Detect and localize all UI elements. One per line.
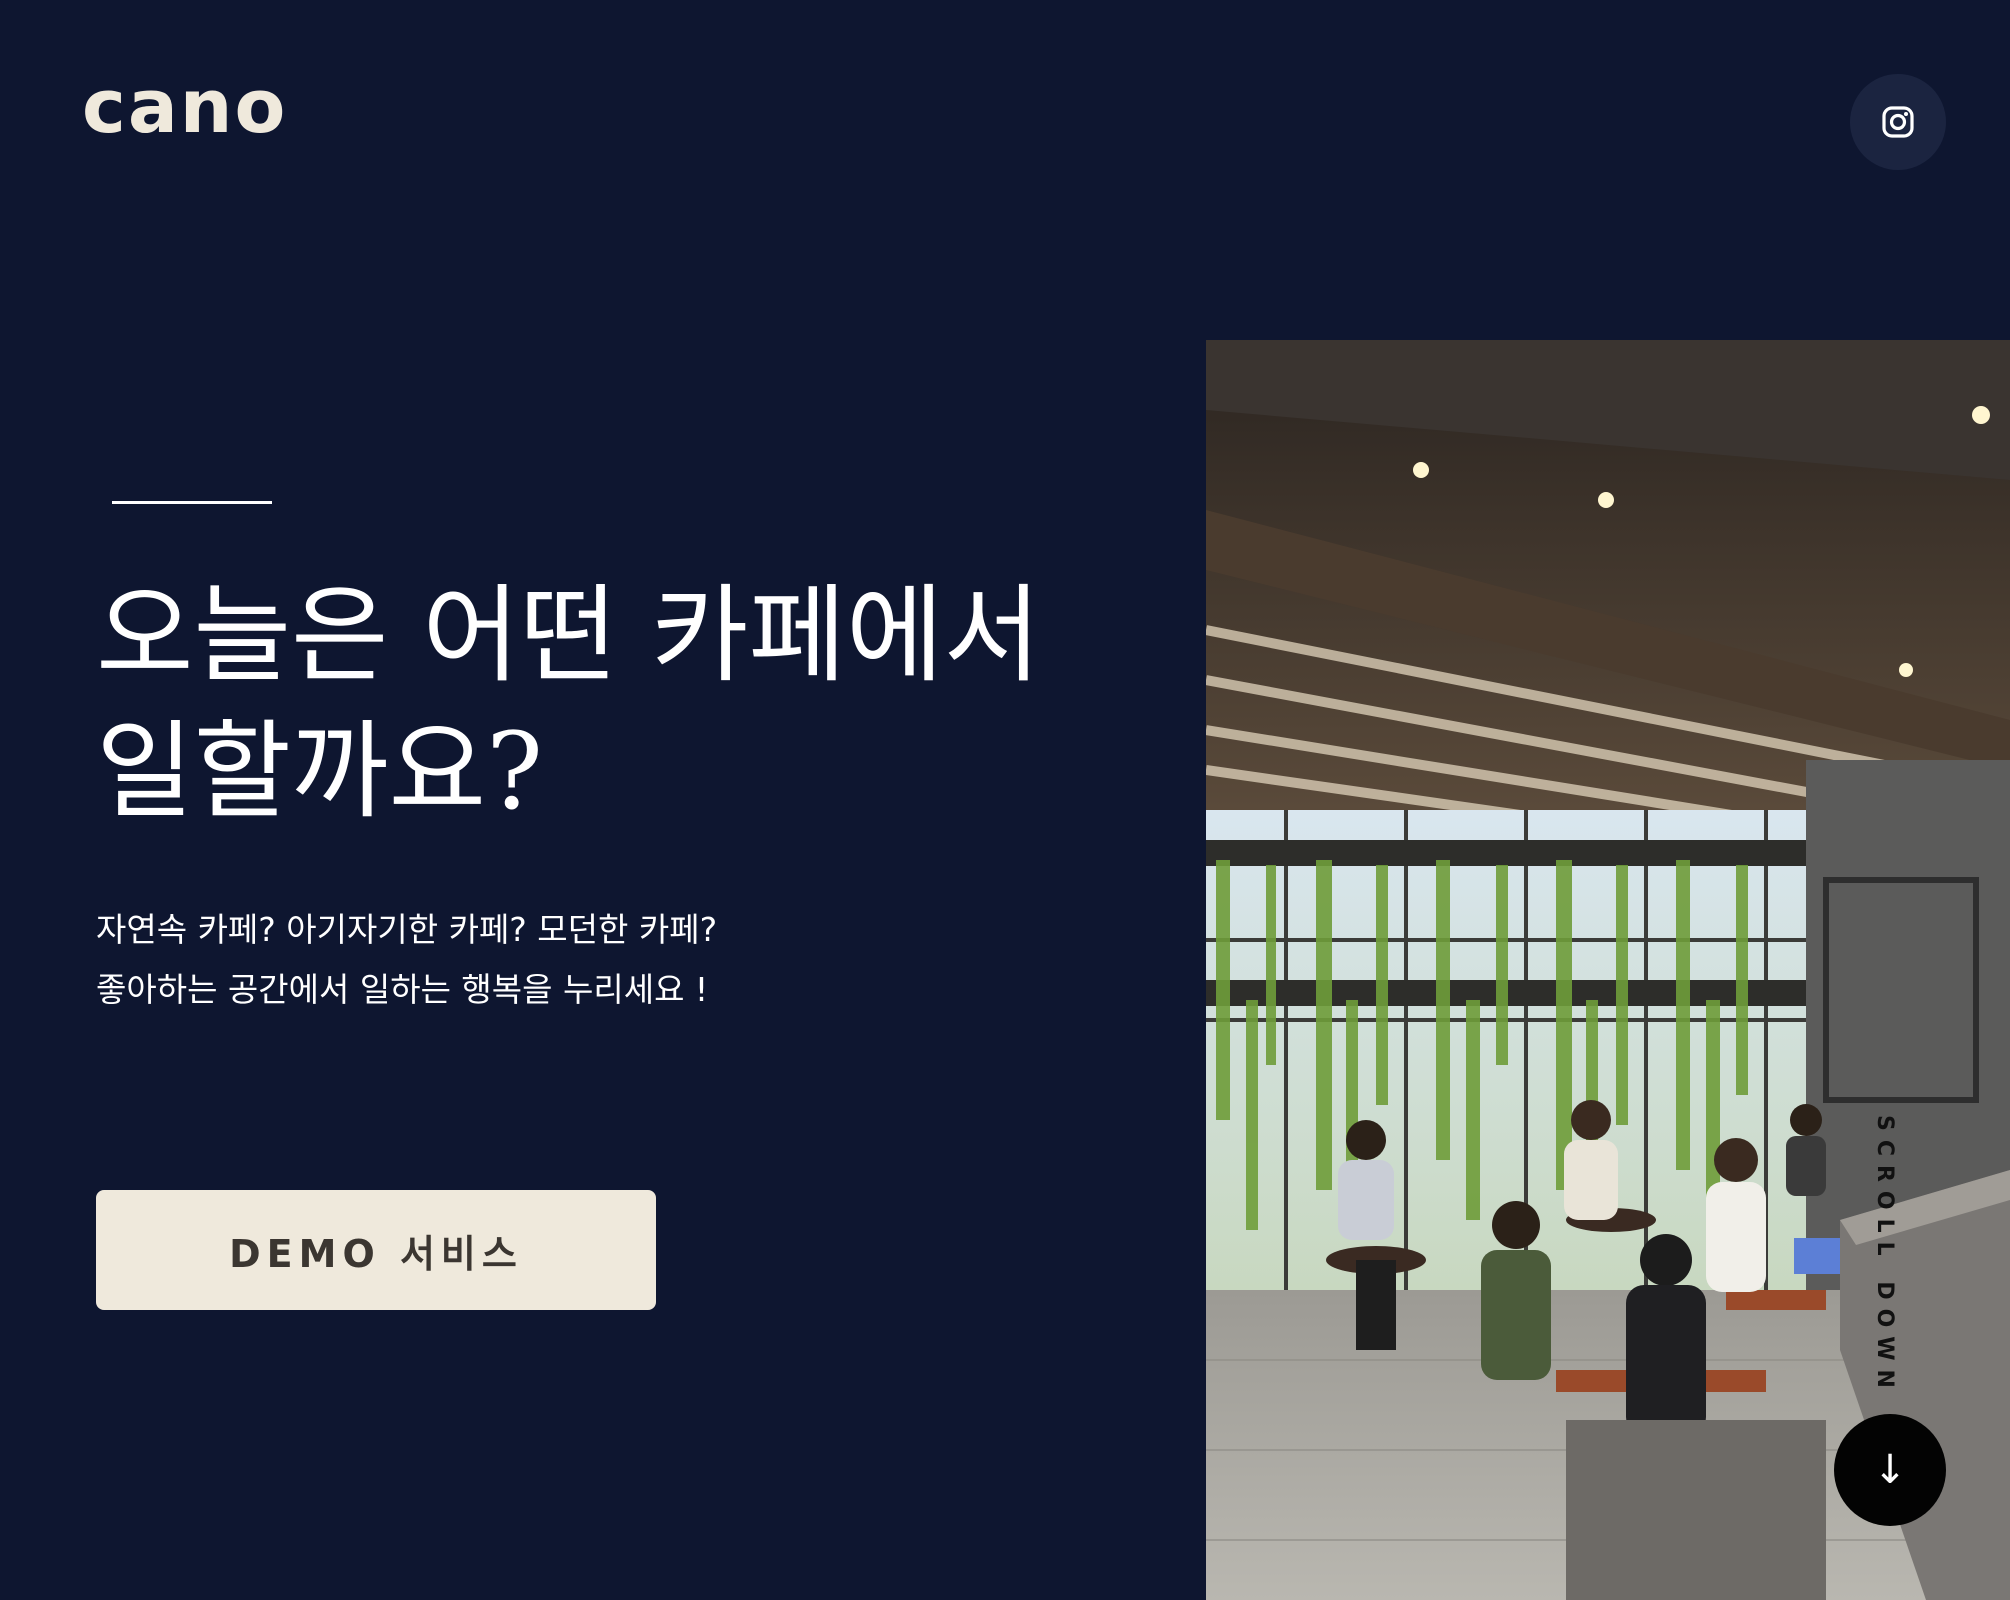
scroll-down-button[interactable]: ↓ — [1834, 1414, 1946, 1526]
hero-title-line-1: 오늘은 어떤 카페에서 — [96, 574, 1042, 697]
cafe-hero-image — [1206, 340, 2010, 1600]
hero-title: 오늘은 어떤 카페에서 일할까요? — [96, 568, 1146, 840]
accent-divider — [112, 501, 272, 504]
arrow-down-icon: ↓ — [1873, 1447, 1907, 1493]
scroll-down-label: SCROLL DOWN — [1872, 1115, 1897, 1397]
demo-service-button[interactable]: DEMO 서비스 — [96, 1190, 656, 1310]
hero-description-line-1: 자연속 카페? 아기자기한 카페? 모던한 카페? — [96, 910, 718, 949]
hero-description-line-2: 좋아하는 공간에서 일하는 행복을 누리세요 ! — [96, 970, 709, 1009]
cafe-photo-illustration — [1206, 340, 2010, 1600]
hero-title-line-2: 일할까요? — [96, 710, 543, 833]
hero-description: 자연속 카페? 아기자기한 카페? 모던한 카페? 좋아하는 공간에서 일하는 … — [96, 900, 996, 1020]
instagram-icon — [1882, 106, 1914, 138]
instagram-button[interactable] — [1850, 74, 1946, 170]
brand-logo[interactable]: cano — [82, 70, 287, 144]
landing-page: cano 오늘은 어떤 카페에서 일할까요? 자연속 카페? 아기자기한 카페?… — [0, 0, 2010, 1600]
